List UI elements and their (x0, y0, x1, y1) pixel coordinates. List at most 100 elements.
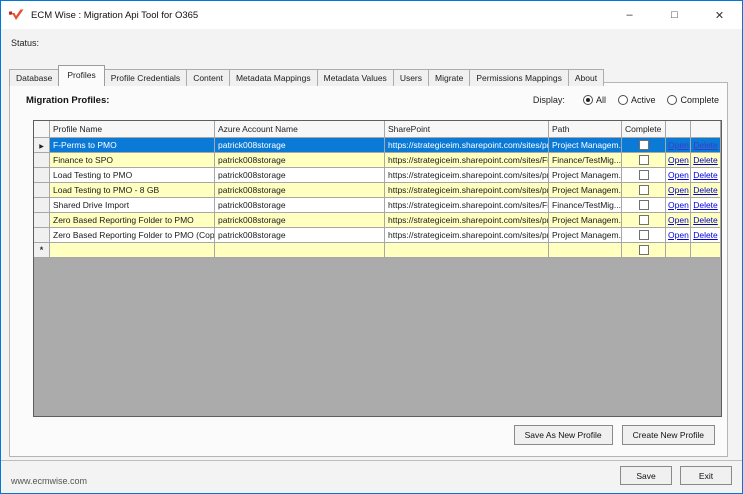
column-header-complete[interactable]: Complete (622, 121, 666, 138)
cell-azure-account[interactable] (215, 243, 385, 258)
create-new-profile-button[interactable]: Create New Profile (622, 425, 715, 445)
row-selector[interactable]: ▶ (34, 138, 50, 153)
maximize-button[interactable]: □ (652, 1, 697, 29)
profiles-grid[interactable]: Profile NameAzure Account NameSharePoint… (33, 120, 722, 417)
cell-azure-account[interactable]: patrick008storage (215, 228, 385, 243)
delete-link[interactable]: Delete (693, 215, 718, 225)
row-selector[interactable] (34, 198, 50, 213)
row-selector[interactable] (34, 168, 50, 183)
cell-profile-name[interactable] (50, 243, 215, 258)
tab-permissions-mappings[interactable]: Permissions Mappings (469, 69, 569, 86)
cell-profile-name[interactable]: F-Perms to PMO (50, 138, 215, 153)
tab-about[interactable]: About (568, 69, 604, 86)
delete-link[interactable]: Delete (693, 185, 718, 195)
tab-database[interactable]: Database (9, 69, 59, 86)
cell-sharepoint[interactable]: https://strategiceim.sharepoint.com/site… (385, 228, 549, 243)
cell-azure-account[interactable]: patrick008storage (215, 198, 385, 213)
row-selector[interactable] (34, 228, 50, 243)
complete-checkbox[interactable] (639, 245, 649, 255)
cell-azure-account[interactable]: patrick008storage (215, 213, 385, 228)
row-selector[interactable] (34, 183, 50, 198)
cell-sharepoint[interactable]: https://strategiceim.sharepoint.com/site… (385, 213, 549, 228)
column-header-blank-6[interactable] (666, 121, 691, 138)
column-header-sharepoint[interactable]: SharePoint (385, 121, 549, 138)
tab-metadata-mappings[interactable]: Metadata Mappings (229, 69, 318, 86)
cell-path[interactable]: Project Managem... (549, 183, 622, 198)
minimize-button[interactable]: – (607, 1, 652, 29)
cell-profile-name[interactable]: Zero Based Reporting Folder to PMO (Copy… (50, 228, 215, 243)
display-radio-all[interactable]: All (583, 95, 606, 105)
profile-row-f-perms-to-pmo[interactable]: ▶F-Perms to PMOpatrick008storagehttps://… (34, 138, 721, 153)
open-link[interactable]: Open (668, 200, 689, 210)
delete-link[interactable]: Delete (693, 170, 718, 180)
cell-sharepoint[interactable]: https://strategiceim.sharepoint.com/site… (385, 138, 549, 153)
cell-azure-account[interactable]: patrick008storage (215, 183, 385, 198)
cell-profile-name[interactable]: Load Testing to PMO - 8 GB (50, 183, 215, 198)
cell-profile-name[interactable]: Shared Drive Import (50, 198, 215, 213)
cell-azure-account[interactable]: patrick008storage (215, 138, 385, 153)
display-radio-active[interactable]: Active (618, 95, 656, 105)
cell-profile-name[interactable]: Zero Based Reporting Folder to PMO (50, 213, 215, 228)
profile-row-zero-based-reporting-folder-to-pmo-copy[interactable]: Zero Based Reporting Folder to PMO (Copy… (34, 228, 721, 243)
column-header-blank-7[interactable] (691, 121, 721, 138)
complete-checkbox[interactable] (639, 230, 649, 240)
open-link[interactable]: Open (668, 170, 689, 180)
tab-profiles[interactable]: Profiles (58, 65, 104, 86)
open-link[interactable]: Open (668, 140, 689, 150)
cell-profile-name[interactable]: Load Testing to PMO (50, 168, 215, 183)
profile-row-load-testing-to-pmo[interactable]: Load Testing to PMOpatrick008storagehttp… (34, 168, 721, 183)
profile-row-finance-to-spo[interactable]: Finance to SPOpatrick008storagehttps://s… (34, 153, 721, 168)
cell-sharepoint[interactable]: https://strategiceim.sharepoint.com/site… (385, 168, 549, 183)
column-header-profile-name[interactable]: Profile Name (50, 121, 215, 138)
cell-sharepoint[interactable]: https://strategiceim.sharepoint.com/site… (385, 198, 549, 213)
cell-path[interactable] (549, 243, 622, 258)
column-header-blank-0[interactable] (34, 121, 50, 138)
close-button[interactable]: ✕ (697, 1, 742, 29)
cell-path[interactable]: Project Managem... (549, 168, 622, 183)
row-selector[interactable] (34, 153, 50, 168)
new-row-selector[interactable]: * (34, 243, 50, 258)
cell-path[interactable]: Finance/TestMig... (549, 198, 622, 213)
column-header-path[interactable]: Path (549, 121, 622, 138)
cell-sharepoint[interactable]: https://strategiceim.sharepoint.com/site… (385, 153, 549, 168)
profile-row-zero-based-reporting-folder-to-pmo[interactable]: Zero Based Reporting Folder to PMOpatric… (34, 213, 721, 228)
cell-profile-name[interactable]: Finance to SPO (50, 153, 215, 168)
new-profile-row[interactable]: * (34, 243, 721, 258)
cell-path[interactable]: Project Managem... (549, 138, 622, 153)
title-bar[interactable]: ECM Wise : Migration Api Tool for O365 –… (1, 1, 742, 29)
cell-azure-account[interactable]: patrick008storage (215, 168, 385, 183)
delete-link[interactable]: Delete (693, 140, 718, 150)
tab-users[interactable]: Users (393, 69, 429, 86)
display-radio-complete[interactable]: Complete (667, 95, 719, 105)
delete-link[interactable]: Delete (693, 230, 718, 240)
open-link[interactable]: Open (668, 185, 689, 195)
save-as-new-profile-button[interactable]: Save As New Profile (514, 425, 613, 445)
cell-sharepoint[interactable] (385, 243, 549, 258)
exit-button[interactable]: Exit (680, 466, 732, 485)
cell-path[interactable]: Project Managem... (549, 213, 622, 228)
website-link[interactable]: www.ecmwise.com (11, 476, 87, 486)
open-link[interactable]: Open (668, 215, 689, 225)
open-link[interactable]: Open (668, 230, 689, 240)
tab-metadata-values[interactable]: Metadata Values (317, 69, 394, 86)
save-button[interactable]: Save (620, 466, 672, 485)
complete-checkbox[interactable] (639, 200, 649, 210)
cell-sharepoint[interactable]: https://strategiceim.sharepoint.com/site… (385, 183, 549, 198)
profile-row-shared-drive-import[interactable]: Shared Drive Importpatrick008storagehttp… (34, 198, 721, 213)
tab-migrate[interactable]: Migrate (428, 69, 470, 86)
delete-link[interactable]: Delete (693, 155, 718, 165)
complete-checkbox[interactable] (639, 170, 649, 180)
complete-checkbox[interactable] (639, 140, 649, 150)
cell-path[interactable]: Finance/TestMig... (549, 153, 622, 168)
tab-profile-credentials[interactable]: Profile Credentials (104, 69, 187, 86)
cell-path[interactable]: Project Managem... (549, 228, 622, 243)
complete-checkbox[interactable] (639, 215, 649, 225)
complete-checkbox[interactable] (639, 155, 649, 165)
complete-checkbox[interactable] (639, 185, 649, 195)
open-link[interactable]: Open (668, 155, 689, 165)
profile-row-load-testing-to-pmo-8-gb[interactable]: Load Testing to PMO - 8 GBpatrick008stor… (34, 183, 721, 198)
row-selector[interactable] (34, 213, 50, 228)
column-header-azure-account-name[interactable]: Azure Account Name (215, 121, 385, 138)
delete-link[interactable]: Delete (693, 200, 718, 210)
cell-azure-account[interactable]: patrick008storage (215, 153, 385, 168)
